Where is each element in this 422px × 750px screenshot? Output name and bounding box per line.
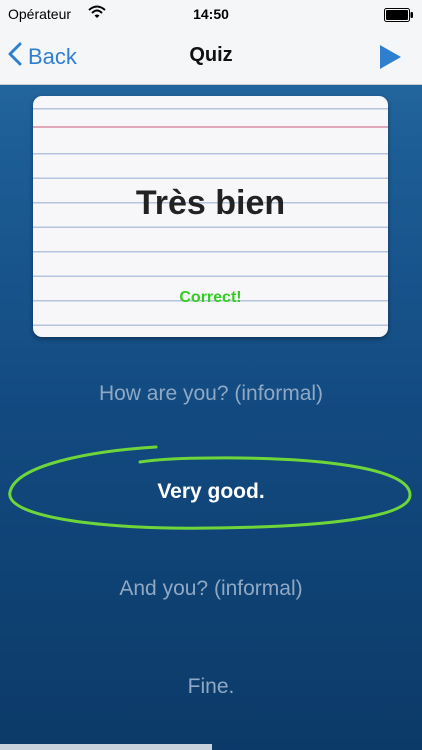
flashcard: Très bien Correct! bbox=[33, 96, 388, 337]
correct-label: Correct! bbox=[179, 289, 242, 306]
navigation-bar: Back Quiz bbox=[0, 30, 422, 85]
battery-icon bbox=[384, 8, 414, 25]
answer-option[interactable]: How are you? (informal) bbox=[0, 382, 422, 406]
play-button[interactable] bbox=[378, 44, 402, 70]
answer-option[interactable]: Fine. bbox=[0, 675, 422, 699]
answer-option-selected[interactable]: Very good. bbox=[0, 480, 422, 504]
status-time: 14:50 bbox=[193, 6, 229, 22]
scroll-indicator bbox=[0, 744, 212, 750]
status-bar: Opérateur 14:50 bbox=[0, 0, 422, 30]
play-icon bbox=[378, 45, 402, 74]
answer-option[interactable]: And you? (informal) bbox=[0, 577, 422, 601]
flashcard-word: Très bien bbox=[135, 184, 286, 222]
page-title: Quiz bbox=[189, 44, 233, 66]
